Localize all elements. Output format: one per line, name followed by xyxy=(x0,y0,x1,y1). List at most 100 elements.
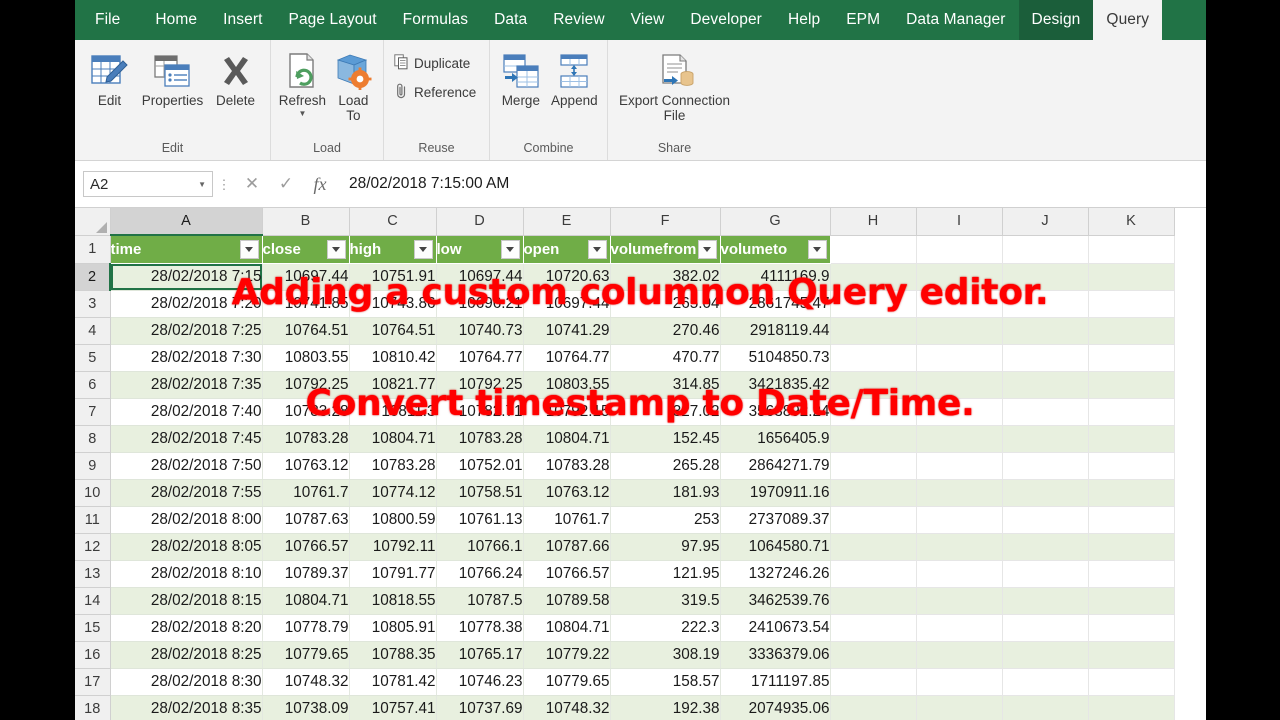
cell-low-10[interactable]: 10758.51 xyxy=(436,479,524,507)
reference-button[interactable]: Reference xyxy=(390,80,480,105)
cell-open-16[interactable]: 10779.22 xyxy=(523,641,611,669)
cell-volumefrom-14[interactable]: 319.5 xyxy=(610,587,721,615)
cell-volumeto-2[interactable]: 4111169.9 xyxy=(720,263,831,291)
cell-low-11[interactable]: 10761.13 xyxy=(436,506,524,534)
cell-time-8[interactable]: 28/02/2018 7:45 xyxy=(110,425,263,453)
empty-cell-i18[interactable] xyxy=(916,695,1003,720)
cell-time-10[interactable]: 28/02/2018 7:55 xyxy=(110,479,263,507)
empty-cell-k18[interactable] xyxy=(1088,695,1175,720)
cell-close-11[interactable]: 10787.63 xyxy=(262,506,350,534)
cell-high-15[interactable]: 10805.91 xyxy=(349,614,437,642)
column-header-f[interactable]: F xyxy=(610,208,721,236)
cell-volumeto-5[interactable]: 5104850.73 xyxy=(720,344,831,372)
empty-cell-j18[interactable] xyxy=(1002,695,1089,720)
cell-high-18[interactable]: 10757.41 xyxy=(349,695,437,720)
empty-cell-i3[interactable] xyxy=(916,290,1003,318)
cell-high-14[interactable]: 10818.55 xyxy=(349,587,437,615)
row-header-10[interactable]: 10 xyxy=(75,479,111,507)
empty-cell-j12[interactable] xyxy=(1002,533,1089,561)
column-header-a[interactable]: A xyxy=(110,208,263,236)
row-header-4[interactable]: 4 xyxy=(75,317,111,345)
empty-cell-k12[interactable] xyxy=(1088,533,1175,561)
cell-close-14[interactable]: 10804.71 xyxy=(262,587,350,615)
empty-cell-h15[interactable] xyxy=(830,614,917,642)
export-connection-file-button[interactable]: Export Connection File xyxy=(614,44,735,123)
empty-cell-j6[interactable] xyxy=(1002,371,1089,399)
formula-bar-grip[interactable]: ⋮ xyxy=(213,178,235,191)
cell-close-13[interactable]: 10789.37 xyxy=(262,560,350,588)
filter-dropdown-icon[interactable] xyxy=(500,239,520,259)
select-all-corner[interactable] xyxy=(75,208,111,236)
row-header-15[interactable]: 15 xyxy=(75,614,111,642)
filter-dropdown-icon[interactable] xyxy=(807,239,827,259)
cell-open-8[interactable]: 10804.71 xyxy=(523,425,611,453)
cell-volumeto-11[interactable]: 2737089.37 xyxy=(720,506,831,534)
cell-high-7[interactable]: 10811.3 xyxy=(349,398,437,426)
empty-cell-k5[interactable] xyxy=(1088,344,1175,372)
cell-low-2[interactable]: 10697.44 xyxy=(436,263,524,291)
empty-cell-i17[interactable] xyxy=(916,668,1003,696)
cell-volumeto-16[interactable]: 3336379.06 xyxy=(720,641,831,669)
cell-low-16[interactable]: 10765.17 xyxy=(436,641,524,669)
cell-close-15[interactable]: 10778.79 xyxy=(262,614,350,642)
empty-cell-j16[interactable] xyxy=(1002,641,1089,669)
empty-cell-k17[interactable] xyxy=(1088,668,1175,696)
cell-volumefrom-9[interactable]: 265.28 xyxy=(610,452,721,480)
cell-volumefrom-5[interactable]: 470.77 xyxy=(610,344,721,372)
cell-close-7[interactable]: 10783.28 xyxy=(262,398,350,426)
empty-cell-k2[interactable] xyxy=(1088,263,1175,291)
cell-volumefrom-2[interactable]: 382.02 xyxy=(610,263,721,291)
cell-close-10[interactable]: 10761.7 xyxy=(262,479,350,507)
cell-time-3[interactable]: 28/02/2018 7:20 xyxy=(110,290,263,318)
cell-low-14[interactable]: 10787.5 xyxy=(436,587,524,615)
row-header-12[interactable]: 12 xyxy=(75,533,111,561)
cell-time-7[interactable]: 28/02/2018 7:40 xyxy=(110,398,263,426)
empty-cell-h18[interactable] xyxy=(830,695,917,720)
cell-time-18[interactable]: 28/02/2018 8:35 xyxy=(110,695,263,720)
cell-time-5[interactable]: 28/02/2018 7:30 xyxy=(110,344,263,372)
row-header-9[interactable]: 9 xyxy=(75,452,111,480)
cell-close-16[interactable]: 10779.65 xyxy=(262,641,350,669)
cell-volumeto-8[interactable]: 1656405.9 xyxy=(720,425,831,453)
cell-volumefrom-18[interactable]: 192.38 xyxy=(610,695,721,720)
cell-low-5[interactable]: 10764.77 xyxy=(436,344,524,372)
cell-open-12[interactable]: 10787.66 xyxy=(523,533,611,561)
row-header-6[interactable]: 6 xyxy=(75,371,111,399)
delete-query-button[interactable]: Delete xyxy=(207,44,264,109)
cell-high-16[interactable]: 10788.35 xyxy=(349,641,437,669)
empty-cell-h10[interactable] xyxy=(830,479,917,507)
empty-cell-h11[interactable] xyxy=(830,506,917,534)
ribbon-tab-view[interactable]: View xyxy=(618,0,678,40)
row-header-7[interactable]: 7 xyxy=(75,398,111,426)
empty-cell-k8[interactable] xyxy=(1088,425,1175,453)
ribbon-tab-query[interactable]: Query xyxy=(1093,0,1163,40)
cell-close-8[interactable]: 10783.28 xyxy=(262,425,350,453)
column-header-k[interactable]: K xyxy=(1088,208,1175,236)
cell-high-11[interactable]: 10800.59 xyxy=(349,506,437,534)
empty-cell-i13[interactable] xyxy=(916,560,1003,588)
empty-cell-k10[interactable] xyxy=(1088,479,1175,507)
cell-open-7[interactable]: 10792.15 xyxy=(523,398,611,426)
row-header-11[interactable]: 11 xyxy=(75,506,111,534)
column-header-e[interactable]: E xyxy=(523,208,611,236)
cell-close-3[interactable]: 10741.85 xyxy=(262,290,350,318)
empty-cell-h7[interactable] xyxy=(830,398,917,426)
cell-volumefrom-12[interactable]: 97.95 xyxy=(610,533,721,561)
cell-open-6[interactable]: 10803.55 xyxy=(523,371,611,399)
empty-cell-k15[interactable] xyxy=(1088,614,1175,642)
column-header-g[interactable]: G xyxy=(720,208,831,236)
cell-close-12[interactable]: 10766.57 xyxy=(262,533,350,561)
cell-volumefrom-7[interactable]: 327.02 xyxy=(610,398,721,426)
cell-time-14[interactable]: 28/02/2018 8:15 xyxy=(110,587,263,615)
cell-high-5[interactable]: 10810.42 xyxy=(349,344,437,372)
ribbon-tab-epm[interactable]: EPM xyxy=(833,0,893,40)
cell-open-3[interactable]: 10697.44 xyxy=(523,290,611,318)
ribbon-tab-developer[interactable]: Developer xyxy=(677,0,775,40)
cell-volumeto-15[interactable]: 2410673.54 xyxy=(720,614,831,642)
confirm-check-icon[interactable]: ✓ xyxy=(269,174,303,194)
empty-cell-k14[interactable] xyxy=(1088,587,1175,615)
properties-button[interactable]: Properties xyxy=(140,44,205,109)
empty-cell-h13[interactable] xyxy=(830,560,917,588)
cell-time-4[interactable]: 28/02/2018 7:25 xyxy=(110,317,263,345)
empty-cell-i7[interactable] xyxy=(916,398,1003,426)
